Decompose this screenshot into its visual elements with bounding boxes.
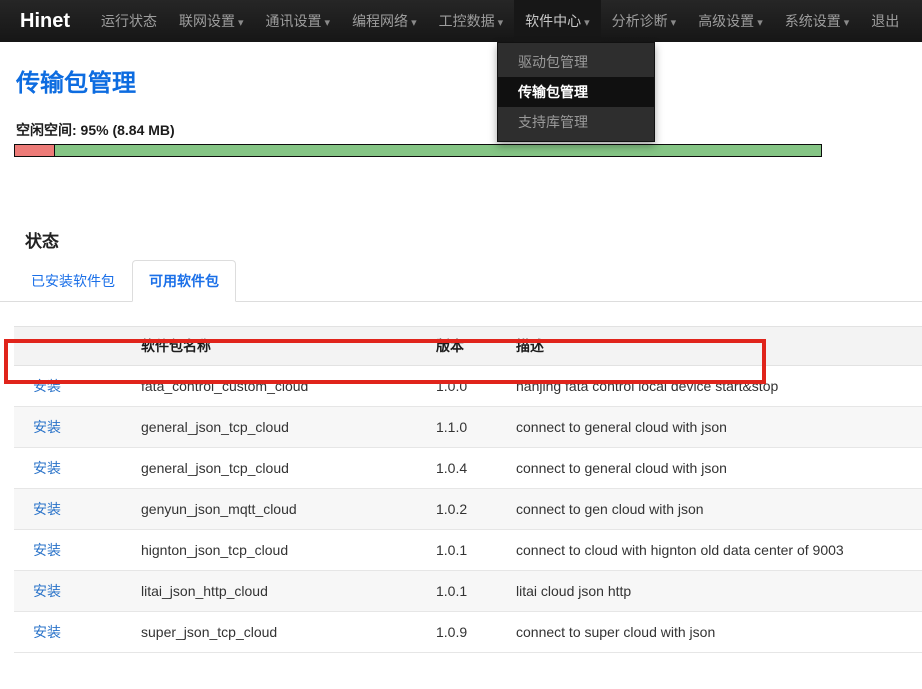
nav-item-label: 系统设置 xyxy=(785,13,841,29)
install-link[interactable]: 安装 xyxy=(33,460,61,476)
nav-item-label: 高级设置 xyxy=(698,13,754,29)
package-name-cell: general_json_tcp_cloud xyxy=(133,407,428,448)
capacity-bar xyxy=(14,144,822,157)
packages-table: 软件包名称 版本 描述 安装 fata_control_custom_cloud… xyxy=(14,326,922,653)
package-description-cell: connect to general cloud with json xyxy=(508,407,922,448)
dropdown-item-label: 驱动包管理 xyxy=(518,54,588,70)
chevron-down-icon: ▾ xyxy=(844,17,850,29)
page-content: 传输包管理 空闲空间: 95% (8.84 MB) 状态 已安装软件包 可用软件… xyxy=(0,63,922,689)
nav-item[interactable]: 联网设置▾ xyxy=(168,0,255,42)
package-version-cell: 1.0.9 xyxy=(428,612,508,653)
chevron-down-icon: ▾ xyxy=(498,17,504,29)
package-version-cell: 1.0.0 xyxy=(428,366,508,407)
table-row: 安装 litai_json_http_cloud 1.0.1 litai clo… xyxy=(14,571,922,612)
chevron-down-icon: ▾ xyxy=(411,17,417,29)
nav-item[interactable]: 分析诊断▾ xyxy=(601,0,688,42)
table-row: 安装 general_json_tcp_cloud 1.0.4 connect … xyxy=(14,448,922,489)
free-space-label: 空闲空间: 95% (8.84 MB) xyxy=(16,120,922,140)
package-version-cell: 1.1.0 xyxy=(428,407,508,448)
package-name-cell: fata_control_custom_cloud xyxy=(133,366,428,407)
install-link[interactable]: 安装 xyxy=(33,583,61,599)
package-version-cell: 1.0.4 xyxy=(428,448,508,489)
chevron-down-icon: ▾ xyxy=(238,17,244,29)
install-link[interactable]: 安装 xyxy=(33,542,61,558)
table-header-row: 软件包名称 版本 描述 xyxy=(14,327,922,366)
nav-item[interactable]: 编程网络▾ xyxy=(341,0,428,42)
dropdown-menu-item[interactable]: 驱动包管理 xyxy=(498,47,654,77)
package-name-cell: genyun_json_mqtt_cloud xyxy=(133,489,428,530)
tab-bar: 已安装软件包 可用软件包 xyxy=(0,260,922,302)
package-version-cell: 1.0.1 xyxy=(428,530,508,571)
install-link[interactable]: 安装 xyxy=(33,501,61,517)
nav-item[interactable]: 工控数据▾ xyxy=(428,0,515,42)
nav-item[interactable]: 运行状态▾ xyxy=(90,0,168,42)
tab[interactable]: 已安装软件包 xyxy=(14,260,132,302)
column-header-install xyxy=(14,327,133,366)
nav-item[interactable]: 高级设置▾ xyxy=(687,0,774,42)
install-link[interactable]: 安装 xyxy=(33,624,61,640)
dropdown-item-label: 传输包管理 xyxy=(518,84,588,100)
column-header-name: 软件包名称 xyxy=(133,327,428,366)
nav-item-label: 联网设置 xyxy=(179,13,235,29)
table-row: 安装 general_json_tcp_cloud 1.1.0 connect … xyxy=(14,407,922,448)
packages-table-body: 安装 fata_control_custom_cloud 1.0.0 nanji… xyxy=(14,366,922,653)
page-title: 传输包管理 xyxy=(16,63,922,98)
nav-item[interactable]: 系统设置▾ xyxy=(774,0,861,42)
install-link[interactable]: 安装 xyxy=(33,378,61,394)
chevron-down-icon: ▾ xyxy=(671,17,677,29)
tab-label: 已安装软件包 xyxy=(31,273,115,289)
column-header-version: 版本 xyxy=(428,327,508,366)
chevron-down-icon: ▾ xyxy=(584,17,590,29)
status-heading: 状态 xyxy=(25,227,922,252)
package-description-cell: nanjing fata control local device start&… xyxy=(508,366,922,407)
navbar-menu: 运行状态▾ 联网设置▾ 通讯设置▾ 编程网络▾ 工控数据▾ 软件中心▾ 分析诊断… xyxy=(90,0,910,42)
package-description-cell: connect to cloud with hignton old data c… xyxy=(508,530,922,571)
package-description-cell: connect to general cloud with json xyxy=(508,448,922,489)
dropdown-menu-item[interactable]: 传输包管理 xyxy=(498,77,654,107)
install-link[interactable]: 安装 xyxy=(33,419,61,435)
table-row: 安装 super_json_tcp_cloud 1.0.9 connect to… xyxy=(14,612,922,653)
package-description-cell: connect to gen cloud with json xyxy=(508,489,922,530)
brand-logo[interactable]: Hinet xyxy=(0,0,90,42)
chevron-down-icon: ▾ xyxy=(757,17,763,29)
nav-item-label: 运行状态 xyxy=(101,13,157,29)
nav-item-label: 软件中心 xyxy=(525,13,581,29)
table-row: 安装 hignton_json_tcp_cloud 1.0.1 connect … xyxy=(14,530,922,571)
package-name-cell: hignton_json_tcp_cloud xyxy=(133,530,428,571)
package-name-cell: general_json_tcp_cloud xyxy=(133,448,428,489)
package-version-cell: 1.0.1 xyxy=(428,571,508,612)
dropdown-menu-item[interactable]: 支持库管理 xyxy=(498,107,654,137)
nav-item[interactable]: 退出▾ xyxy=(860,0,910,42)
tab[interactable]: 可用软件包 xyxy=(132,260,236,302)
nav-item-label: 退出 xyxy=(871,13,899,29)
chevron-down-icon: ▾ xyxy=(325,17,331,29)
capacity-bar-used-segment xyxy=(15,145,55,156)
column-header-description: 描述 xyxy=(508,327,922,366)
dropdown-item-label: 支持库管理 xyxy=(518,114,588,130)
nav-item-label: 分析诊断 xyxy=(612,13,668,29)
nav-item-label: 通讯设置 xyxy=(266,13,322,29)
nav-item[interactable]: 软件中心▾ xyxy=(514,0,601,42)
table-row: 安装 fata_control_custom_cloud 1.0.0 nanji… xyxy=(14,366,922,407)
navbar: Hinet 运行状态▾ 联网设置▾ 通讯设置▾ 编程网络▾ 工控数据▾ 软件中心… xyxy=(0,0,922,42)
software-center-dropdown: 驱动包管理 传输包管理 支持库管理 xyxy=(497,42,655,142)
nav-item-label: 编程网络 xyxy=(352,13,408,29)
package-version-cell: 1.0.2 xyxy=(428,489,508,530)
table-row: 安装 genyun_json_mqtt_cloud 1.0.2 connect … xyxy=(14,489,922,530)
package-name-cell: litai_json_http_cloud xyxy=(133,571,428,612)
tab-label: 可用软件包 xyxy=(149,273,219,289)
package-name-cell: super_json_tcp_cloud xyxy=(133,612,428,653)
package-description-cell: connect to super cloud with json xyxy=(508,612,922,653)
nav-item[interactable]: 通讯设置▾ xyxy=(255,0,342,42)
nav-item-label: 工控数据 xyxy=(439,13,495,29)
package-description-cell: litai cloud json http xyxy=(508,571,922,612)
capacity-bar-free-segment xyxy=(55,145,821,156)
